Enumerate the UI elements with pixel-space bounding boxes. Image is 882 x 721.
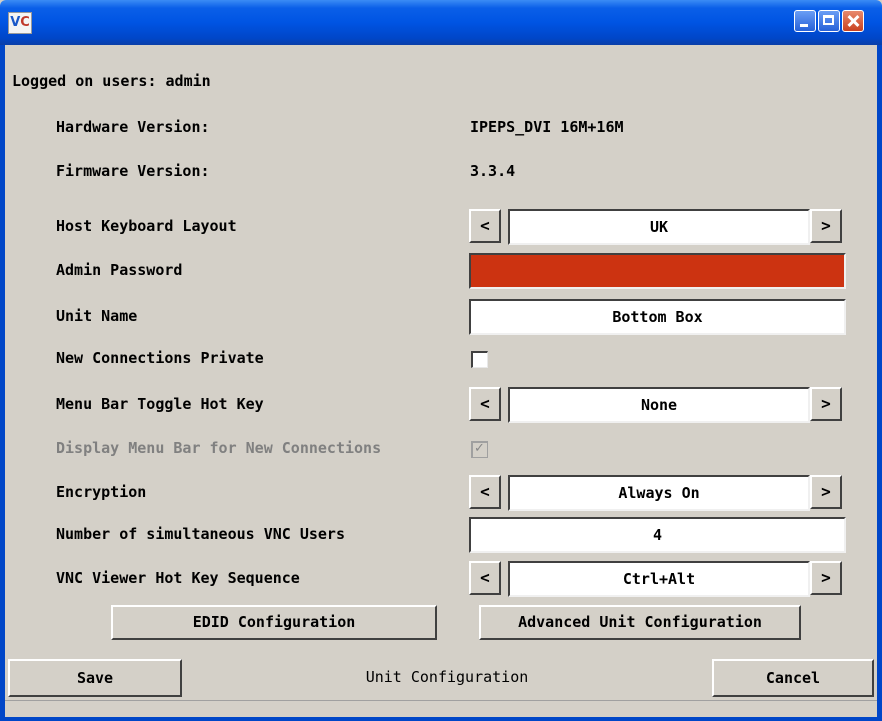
firmware-version-label: Firmware Version: — [56, 162, 210, 180]
minimize-button[interactable] — [794, 10, 816, 32]
vnc-users-label: Number of simultaneous VNC Users — [56, 525, 345, 543]
encryption-prev-button[interactable]: < — [469, 475, 501, 509]
save-button[interactable]: Save — [8, 659, 182, 697]
new-connections-private-checkbox[interactable] — [471, 351, 488, 368]
firmware-version-value: 3.3.4 — [470, 162, 516, 180]
footer-title: Unit Configuration — [365, 668, 529, 686]
advanced-unit-configuration-button[interactable]: Advanced Unit Configuration — [479, 605, 801, 640]
window-border-right — [877, 45, 882, 721]
hardware-version-label: Hardware Version: — [56, 118, 210, 136]
keyboard-next-button[interactable]: > — [810, 209, 842, 243]
logo-accent: C — [20, 15, 30, 30]
logged-on-text: Logged on users: — [12, 72, 157, 90]
keyboard-layout-field[interactable]: UK — [508, 209, 810, 245]
vnc-hotkey-label: VNC Viewer Hot Key Sequence — [56, 569, 300, 587]
menu-bar-hotkey-label: Menu Bar Toggle Hot Key — [56, 395, 264, 413]
logged-on-label: Logged on users: admin — [12, 71, 211, 91]
cancel-button[interactable]: Cancel — [712, 659, 874, 697]
keyboard-prev-button[interactable]: < — [469, 209, 501, 243]
admin-password-label: Admin Password — [56, 261, 183, 279]
vnc-users-field[interactable]: 4 — [469, 517, 846, 553]
close-button[interactable] — [842, 10, 864, 32]
vnc-hotkey-prev-button[interactable]: < — [469, 561, 501, 595]
vnc-hotkey-field[interactable]: Ctrl+Alt — [508, 561, 810, 597]
unit-name-label: Unit Name — [56, 307, 138, 325]
menu-bar-hotkey-field[interactable]: None — [508, 387, 810, 423]
hotkey-next-button[interactable]: > — [810, 387, 842, 421]
title-bar[interactable]: VC — [0, 0, 882, 45]
logged-on-user: admin — [165, 72, 211, 90]
app-logo-icon: VC — [8, 12, 32, 34]
encryption-field[interactable]: Always On — [508, 475, 810, 511]
maximize-button[interactable] — [818, 10, 840, 32]
logo-letter: V — [10, 15, 21, 30]
config-panel: Logged on users: admin Hardware Version:… — [5, 45, 877, 716]
edid-configuration-button[interactable]: EDID Configuration — [111, 605, 437, 640]
keyboard-layout-label: Host Keyboard Layout — [56, 217, 237, 235]
hotkey-prev-button[interactable]: < — [469, 387, 501, 421]
admin-password-field[interactable] — [469, 253, 846, 289]
unit-name-field[interactable]: Bottom Box — [469, 299, 846, 335]
display-menu-bar-checkbox: ✓ — [471, 441, 488, 458]
new-connections-private-label: New Connections Private — [56, 349, 264, 367]
display-menu-bar-label: Display Menu Bar for New Connections — [56, 439, 382, 457]
window: VC Logged on users: admin Hardware Versi… — [0, 0, 882, 721]
encryption-next-button[interactable]: > — [810, 475, 842, 509]
encryption-label: Encryption — [56, 483, 147, 501]
vnc-hotkey-next-button[interactable]: > — [810, 561, 842, 595]
status-bar — [5, 700, 877, 717]
checkmark-icon: ✓ — [474, 441, 485, 456]
hardware-version-value: IPEPS_DVI 16M+16M — [470, 118, 624, 136]
